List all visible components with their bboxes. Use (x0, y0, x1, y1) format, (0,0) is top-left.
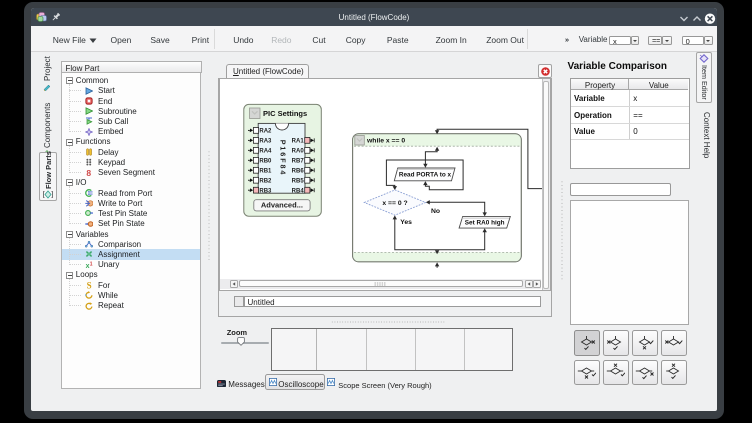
svg-text:while x == 0: while x == 0 (366, 137, 405, 144)
svg-text:RB7: RB7 (291, 158, 304, 164)
svg-text:RA2: RA2 (259, 128, 272, 134)
svg-text:8: 8 (87, 169, 92, 177)
svg-text:RB0: RB0 (259, 158, 272, 164)
svg-text:RB2: RB2 (259, 178, 272, 184)
svg-text:x == 0 ?: x == 0 ? (382, 199, 407, 206)
svg-text:Advanced...: Advanced... (260, 200, 302, 209)
svg-text:Set RA0 high: Set RA0 high (464, 219, 504, 226)
svg-text:RB5: RB5 (291, 178, 304, 184)
svg-text:RB3: RB3 (259, 188, 272, 194)
svg-text:S: S (87, 281, 92, 289)
svg-text:RA4: RA4 (259, 148, 272, 154)
svg-text:RB1: RB1 (259, 168, 272, 174)
svg-text:RB6: RB6 (291, 168, 304, 174)
svg-text:No: No (431, 208, 440, 215)
svg-text:P16F84: P16F84 (278, 139, 287, 176)
svg-text:RA1: RA1 (291, 138, 304, 144)
svg-text:RB4: RB4 (291, 188, 304, 194)
svg-text:RA3: RA3 (259, 138, 272, 144)
svg-text:Yes: Yes (400, 219, 412, 226)
svg-text:RA0: RA0 (291, 148, 304, 154)
svg-text:Read PORTA to x: Read PORTA to x (398, 171, 451, 178)
svg-text:1: 1 (90, 261, 93, 267)
svg-text:PIC Settings: PIC Settings (263, 108, 307, 117)
